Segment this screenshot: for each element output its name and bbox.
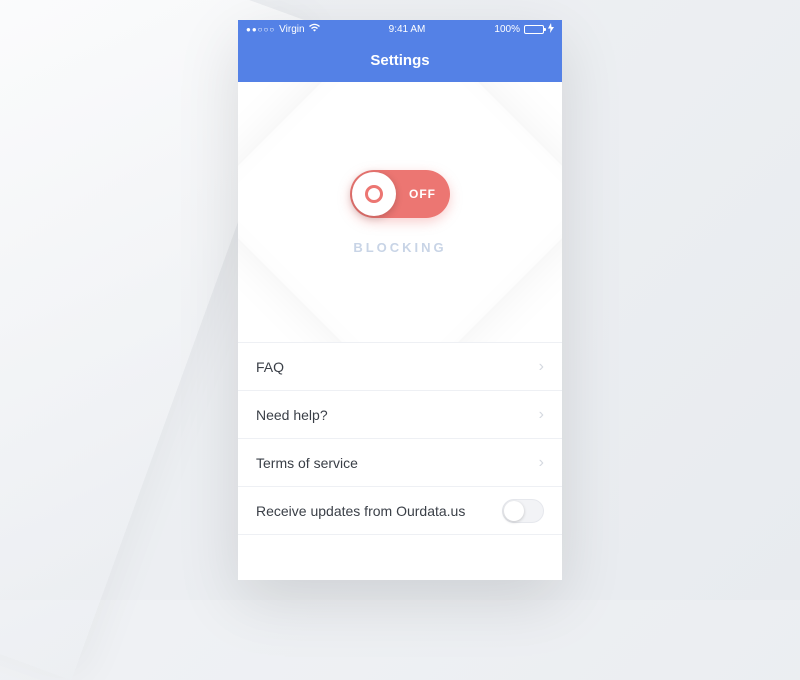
- updates-toggle[interactable]: [502, 499, 544, 523]
- list-item-faq[interactable]: FAQ ›: [238, 343, 562, 391]
- list-item-terms[interactable]: Terms of service ›: [238, 439, 562, 487]
- carrier-label: Virgin: [279, 24, 304, 35]
- charging-icon: [548, 23, 554, 36]
- status-time: 9:41 AM: [389, 24, 426, 35]
- list-item-label: Receive updates from Ourdata.us: [256, 503, 465, 519]
- chevron-right-icon: ›: [539, 358, 544, 376]
- settings-list: FAQ › Need help? › Terms of service › Re…: [238, 342, 562, 535]
- wifi-icon: [309, 23, 320, 35]
- nav-bar: Settings: [238, 38, 562, 82]
- battery-icon: [524, 25, 544, 34]
- list-item-label: Terms of service: [256, 455, 358, 471]
- chevron-right-icon: ›: [539, 454, 544, 472]
- list-item-updates: Receive updates from Ourdata.us: [238, 487, 562, 535]
- list-item-label: FAQ: [256, 359, 284, 375]
- battery-percent: 100%: [494, 24, 520, 35]
- list-item-help[interactable]: Need help? ›: [238, 391, 562, 439]
- list-item-label: Need help?: [256, 407, 328, 423]
- page-title: Settings: [370, 52, 429, 69]
- toggle-knob: [352, 172, 396, 216]
- hero-caption: BLOCKING: [353, 240, 446, 255]
- power-ring-icon: [365, 185, 383, 203]
- blocking-toggle[interactable]: OFF: [350, 170, 450, 218]
- phone-frame: ●●○○○ Virgin 9:41 AM 100% Settings OFF: [238, 20, 562, 580]
- status-bar: ●●○○○ Virgin 9:41 AM 100%: [238, 20, 562, 38]
- toggle-state-label: OFF: [409, 187, 436, 201]
- toggle-knob: [504, 501, 524, 521]
- signal-dots-icon: ●●○○○: [246, 25, 275, 34]
- chevron-right-icon: ›: [539, 406, 544, 424]
- hero-section: OFF BLOCKING: [238, 82, 562, 342]
